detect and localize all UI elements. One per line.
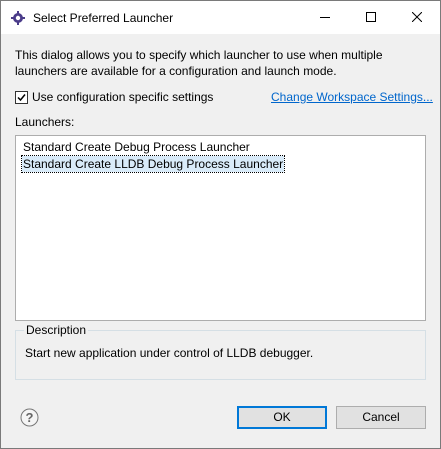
window-title: Select Preferred Launcher: [33, 11, 174, 25]
description-group: Description Start new application under …: [15, 322, 426, 380]
svg-text:?: ?: [26, 410, 34, 425]
use-config-settings-label: Use configuration specific settings: [32, 90, 214, 104]
close-icon: [411, 11, 423, 25]
ok-button[interactable]: OK: [237, 406, 327, 429]
launchers-list[interactable]: Standard Create Debug Process Launcher S…: [15, 135, 426, 321]
close-button[interactable]: [394, 1, 440, 34]
help-icon[interactable]: ?: [20, 408, 39, 427]
use-config-settings-checkbox-row[interactable]: Use configuration specific settings: [15, 89, 213, 105]
minimize-button[interactable]: [302, 1, 348, 34]
use-config-settings-checkbox[interactable]: [15, 90, 28, 104]
description-group-text: Start new application under control of L…: [25, 346, 314, 360]
cancel-button[interactable]: Cancel: [336, 406, 426, 429]
launcher-item-standard-debug[interactable]: Standard Create Debug Process Launcher: [22, 139, 251, 155]
dialog-content: This dialog allows you to specify which …: [1, 34, 440, 448]
launcher-item-lldb-debug[interactable]: Standard Create LLDB Debug Process Launc…: [20, 155, 286, 173]
launchers-label: Launchers:: [15, 115, 75, 129]
maximize-button[interactable]: [348, 1, 394, 34]
maximize-icon: [366, 11, 376, 25]
dialog-window: Select Preferred Launcher This dialog al…: [0, 0, 441, 449]
dialog-description: This dialog allows you to specify which …: [15, 48, 383, 78]
minimize-icon: [320, 11, 330, 25]
eclipse-gear-icon: [11, 11, 25, 25]
description-group-title: Description: [24, 322, 89, 338]
title-bar[interactable]: Select Preferred Launcher: [1, 1, 440, 34]
change-workspace-settings-link[interactable]: Change Workspace Settings...: [271, 89, 433, 105]
